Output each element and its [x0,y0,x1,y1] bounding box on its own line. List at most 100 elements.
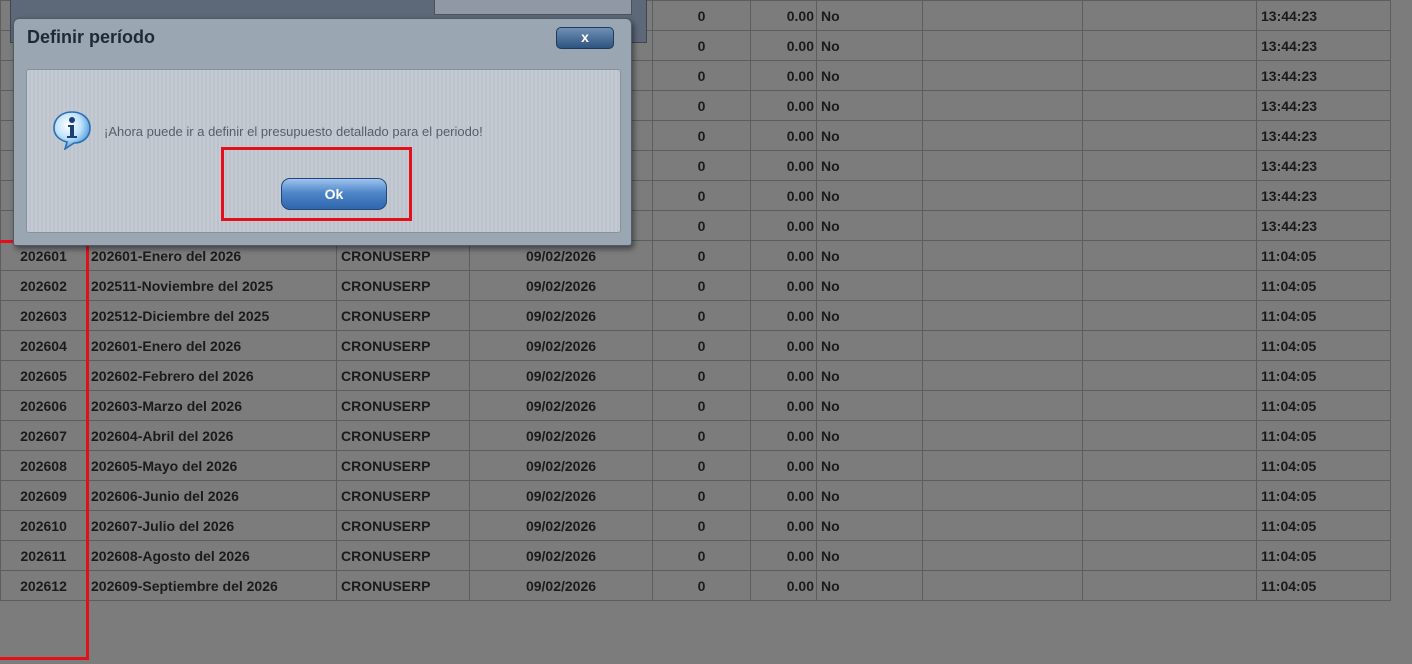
table-row[interactable]: 202609 202606-Junio del 2026 CRONUSERP 09/0… [0,480,1391,511]
empty-cell [1082,90,1257,121]
time-cell: 11:04:05 [1256,450,1391,481]
table-row[interactable]: 202603 202512-Diciembre del 2025 CRONUSERP… [0,300,1391,331]
time-cell: 13:44:23 [1256,60,1391,91]
empty-cell [1082,120,1257,151]
table-row[interactable]: 202605 202602-Febrero del 2026 CRONUSERP 09… [0,360,1391,391]
close-button[interactable]: x [556,27,614,49]
description-cell: 202603-Marzo del 2026 [86,390,337,421]
count-cell: 0 [652,150,751,181]
empty-cell [1082,330,1257,361]
date-cell: 09/02/2026 [469,420,653,451]
ok-button-highlight [221,147,412,221]
time-cell: 11:04:05 [1256,360,1391,391]
user-cell: CRONUSERP [336,330,470,361]
date-cell: 09/02/2026 [469,300,653,331]
time-cell: 11:04:05 [1256,300,1391,331]
count-cell: 0 [652,120,751,151]
count-cell: 0 [652,420,751,451]
flag-cell: No [816,570,923,601]
flag-cell: No [816,420,923,451]
empty-cell [922,30,1083,61]
amount-cell: 0.00 [750,480,817,511]
date-cell: 09/02/2026 [469,360,653,391]
count-cell: 0 [652,300,751,331]
count-cell: 0 [652,240,751,271]
time-cell: 13:44:23 [1256,30,1391,61]
count-cell: 0 [652,480,751,511]
description-cell: 202511-Noviembre del 2025 [86,270,337,301]
time-cell: 13:44:23 [1256,150,1391,181]
user-cell: CRONUSERP [336,300,470,331]
dialog-title: Definir período [27,27,156,47]
time-cell: 11:04:05 [1256,510,1391,541]
empty-cell [1082,540,1257,571]
date-cell: 09/02/2026 [469,330,653,361]
table-row[interactable]: 202612 202609-Septiembre del 2026 CRONUSER… [0,570,1391,601]
flag-cell: No [816,30,923,61]
empty-cell [922,90,1083,121]
empty-cell [1082,450,1257,481]
flag-cell: No [816,90,923,121]
amount-cell: 0.00 [750,330,817,361]
flag-cell: No [816,450,923,481]
empty-cell [922,390,1083,421]
table-row[interactable]: 202608 202605-Mayo del 2026 CRONUSERP 09/02… [0,450,1391,481]
time-cell: 11:04:05 [1256,390,1391,421]
count-cell: 0 [652,90,751,121]
amount-cell: 0.00 [750,510,817,541]
count-cell: 0 [652,540,751,571]
table-row[interactable]: 202606 202603-Marzo del 2026 CRONUSERP 09/0… [0,390,1391,421]
amount-cell: 0.00 [750,540,817,571]
user-cell: CRONUSERP [336,270,470,301]
description-cell: 202605-Mayo del 2026 [86,450,337,481]
empty-cell [1082,30,1257,61]
table-row[interactable]: 202602 202511-Noviembre del 2025 CRONUSERP… [0,270,1391,301]
background-window-panel [434,0,632,15]
empty-cell [922,540,1083,571]
table-row[interactable]: 202610 202607-Julio del 2026 CRONUSERP 09/0… [0,510,1391,541]
flag-cell: No [816,210,923,241]
table-row[interactable]: 202607 202604-Abril del 2026 CRONUSERP 09/0… [0,420,1391,451]
date-cell: 09/02/2026 [469,390,653,421]
count-cell: 0 [652,180,751,211]
empty-cell [922,120,1083,151]
empty-cell [1082,510,1257,541]
description-cell: 202602-Febrero del 2026 [86,360,337,391]
date-cell: 09/02/2026 [469,450,653,481]
date-cell: 09/02/2026 [469,480,653,511]
count-cell: 0 [652,510,751,541]
empty-cell [922,270,1083,301]
flag-cell: No [816,120,923,151]
empty-cell [1082,270,1257,301]
user-cell: CRONUSERP [336,510,470,541]
description-cell: 202606-Junio del 2026 [86,480,337,511]
empty-cell [922,480,1083,511]
user-cell: CRONUSERP [336,480,470,511]
flag-cell: No [816,510,923,541]
flag-cell: No [816,0,923,31]
amount-cell: 0.00 [750,120,817,151]
empty-cell [922,240,1083,271]
empty-cell [922,330,1083,361]
table-row[interactable]: 202611 202608-Agosto del 2026 CRONUSERP 09/… [0,540,1391,571]
empty-cell [922,420,1083,451]
empty-cell [1082,360,1257,391]
time-cell: 11:04:05 [1256,270,1391,301]
flag-cell: No [816,150,923,181]
empty-cell [1082,300,1257,331]
empty-cell [1082,420,1257,451]
amount-cell: 0.00 [750,180,817,211]
empty-cell [1082,150,1257,181]
amount-cell: 0.00 [750,150,817,181]
flag-cell: No [816,330,923,361]
description-cell: 202512-Diciembre del 2025 [86,300,337,331]
empty-cell [922,360,1083,391]
dialog-message: ¡Ahora puede ir a definir el presupuesto… [104,124,483,139]
time-cell: 11:04:05 [1256,570,1391,601]
time-cell: 13:44:23 [1256,90,1391,121]
period-column-highlight [0,240,89,660]
flag-cell: No [816,390,923,421]
flag-cell: No [816,60,923,91]
amount-cell: 0.00 [750,210,817,241]
table-row[interactable]: 202604 202601-Enero del 2026 CRONUSERP 09/0… [0,330,1391,361]
